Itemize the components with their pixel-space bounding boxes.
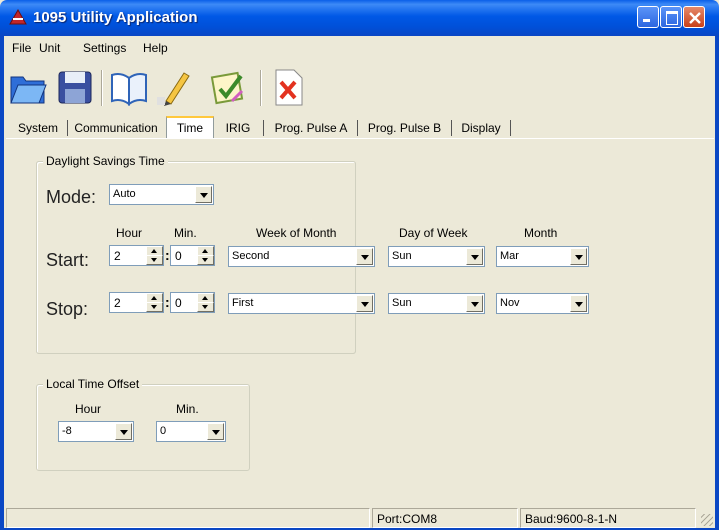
resize-grip-icon[interactable] <box>701 514 713 526</box>
mode-label: Mode: <box>46 187 97 207</box>
status-pane-baud: Baud:9600-8-1-N <box>520 508 696 528</box>
chevron-down-icon[interactable] <box>466 248 483 265</box>
stop-label: Stop: <box>46 299 89 319</box>
dst-legend: Daylight Savings Time <box>43 154 168 168</box>
start-hour-value: 2 <box>114 249 121 263</box>
time-colon: : <box>165 294 170 310</box>
chevron-down-icon[interactable] <box>207 423 224 440</box>
status-port: Port:COM8 <box>377 512 438 526</box>
offset-min-label: Min. <box>176 402 199 416</box>
mode-select[interactable]: Auto <box>109 184 214 205</box>
close-icon <box>689 12 701 24</box>
hour-header: Hour <box>116 226 143 240</box>
tab-communication[interactable]: Communication <box>70 118 162 138</box>
time-colon: : <box>165 247 170 263</box>
spin-down-icon[interactable] <box>146 302 163 312</box>
minimize-button[interactable] <box>637 6 659 28</box>
tab-strip: System Communication Time IRIG Prog. Pul… <box>4 116 715 138</box>
day-of-week-header: Day of Week <box>399 226 468 240</box>
tab-time[interactable]: Time <box>166 116 214 138</box>
title-bar[interactable]: 1095 Utility Application <box>0 0 719 36</box>
status-bar: Port:COM8 Baud:9600-8-1-N <box>4 506 715 528</box>
start-min-spinner[interactable]: 0 <box>170 245 215 266</box>
start-hour-spinner[interactable]: 2 <box>109 245 164 266</box>
spin-down-icon[interactable] <box>146 255 163 265</box>
open-folder-icon[interactable] <box>8 67 48 107</box>
month-header: Month <box>524 226 558 240</box>
spin-down-icon[interactable] <box>197 255 214 265</box>
stop-week-value: First <box>232 297 254 309</box>
menu-file[interactable]: File <box>12 41 31 55</box>
start-month-select[interactable]: Mar <box>496 246 589 267</box>
stop-week-select[interactable]: First <box>228 293 375 314</box>
time-tab-panel: Daylight Savings Time Mode: Auto Hour Mi… <box>6 138 714 500</box>
stop-hour-value: 2 <box>114 296 121 310</box>
tab-divider <box>263 120 264 136</box>
offset-hour-select[interactable]: -8 <box>58 421 134 442</box>
chevron-down-icon[interactable] <box>570 248 587 265</box>
stop-day-value: Sun <box>392 297 412 309</box>
pencil-icon[interactable] <box>154 67 194 107</box>
offset-min-value: 0 <box>160 425 167 437</box>
stop-day-select[interactable]: Sun <box>388 293 485 314</box>
tab-divider <box>510 120 511 136</box>
chevron-down-icon[interactable] <box>356 295 373 312</box>
start-day-value: Sun <box>392 250 412 262</box>
start-week-value: Second <box>232 250 270 262</box>
app-logo-icon <box>9 9 27 25</box>
start-week-select[interactable]: Second <box>228 246 375 267</box>
window-frame-right <box>715 36 719 530</box>
status-pane-main <box>6 508 370 528</box>
tab-display[interactable]: Display <box>454 118 508 138</box>
chevron-down-icon[interactable] <box>195 186 212 203</box>
local-time-offset-legend: Local Time Offset <box>43 377 143 391</box>
stop-month-select[interactable]: Nov <box>496 293 589 314</box>
offset-hour-value: -8 <box>62 425 72 437</box>
tab-prog-pulse-b[interactable]: Prog. Pulse B <box>360 118 449 138</box>
window-title: 1095 Utility Application <box>33 9 198 26</box>
status-baud: Baud:9600-8-1-N <box>525 512 618 526</box>
stop-min-value: 0 <box>175 296 182 310</box>
chevron-down-icon[interactable] <box>356 248 373 265</box>
menu-bar: File Unit Settings Help <box>4 36 715 58</box>
tab-prog-pulse-a[interactable]: Prog. Pulse A <box>267 118 355 138</box>
menu-unit[interactable]: Unit <box>39 41 60 55</box>
spin-down-icon[interactable] <box>197 302 214 312</box>
menu-help[interactable]: Help <box>143 41 168 55</box>
offset-min-select[interactable]: 0 <box>156 421 226 442</box>
save-disk-icon[interactable] <box>55 67 95 107</box>
tab-divider <box>357 120 358 136</box>
delete-x-icon[interactable] <box>268 67 308 107</box>
maximize-button[interactable] <box>660 6 682 28</box>
min-header: Min. <box>174 226 197 240</box>
tab-system[interactable]: System <box>12 118 64 138</box>
start-min-value: 0 <box>175 249 182 263</box>
chevron-down-icon[interactable] <box>466 295 483 312</box>
start-month-value: Mar <box>500 250 519 262</box>
stop-month-value: Nov <box>500 297 520 309</box>
stop-min-spinner[interactable]: 0 <box>170 292 215 313</box>
week-of-month-header: Week of Month <box>256 226 337 240</box>
start-label: Start: <box>46 250 90 270</box>
chevron-down-icon[interactable] <box>115 423 132 440</box>
status-pane-port: Port:COM8 <box>372 508 518 528</box>
chevron-down-icon[interactable] <box>570 295 587 312</box>
close-button[interactable] <box>683 6 705 28</box>
start-day-select[interactable]: Sun <box>388 246 485 267</box>
offset-hour-label: Hour <box>75 402 102 416</box>
open-book-icon[interactable] <box>109 67 149 107</box>
toolbar-separator <box>260 70 262 106</box>
tab-divider <box>451 120 452 136</box>
tab-irig[interactable]: IRIG <box>218 118 258 138</box>
menu-settings[interactable]: Settings <box>83 41 126 55</box>
toolbar <box>4 62 715 114</box>
mode-value: Auto <box>113 188 136 200</box>
tab-divider <box>67 120 68 136</box>
stop-hour-spinner[interactable]: 2 <box>109 292 164 313</box>
toolbar-separator <box>101 70 103 106</box>
checklist-icon[interactable] <box>208 67 248 107</box>
